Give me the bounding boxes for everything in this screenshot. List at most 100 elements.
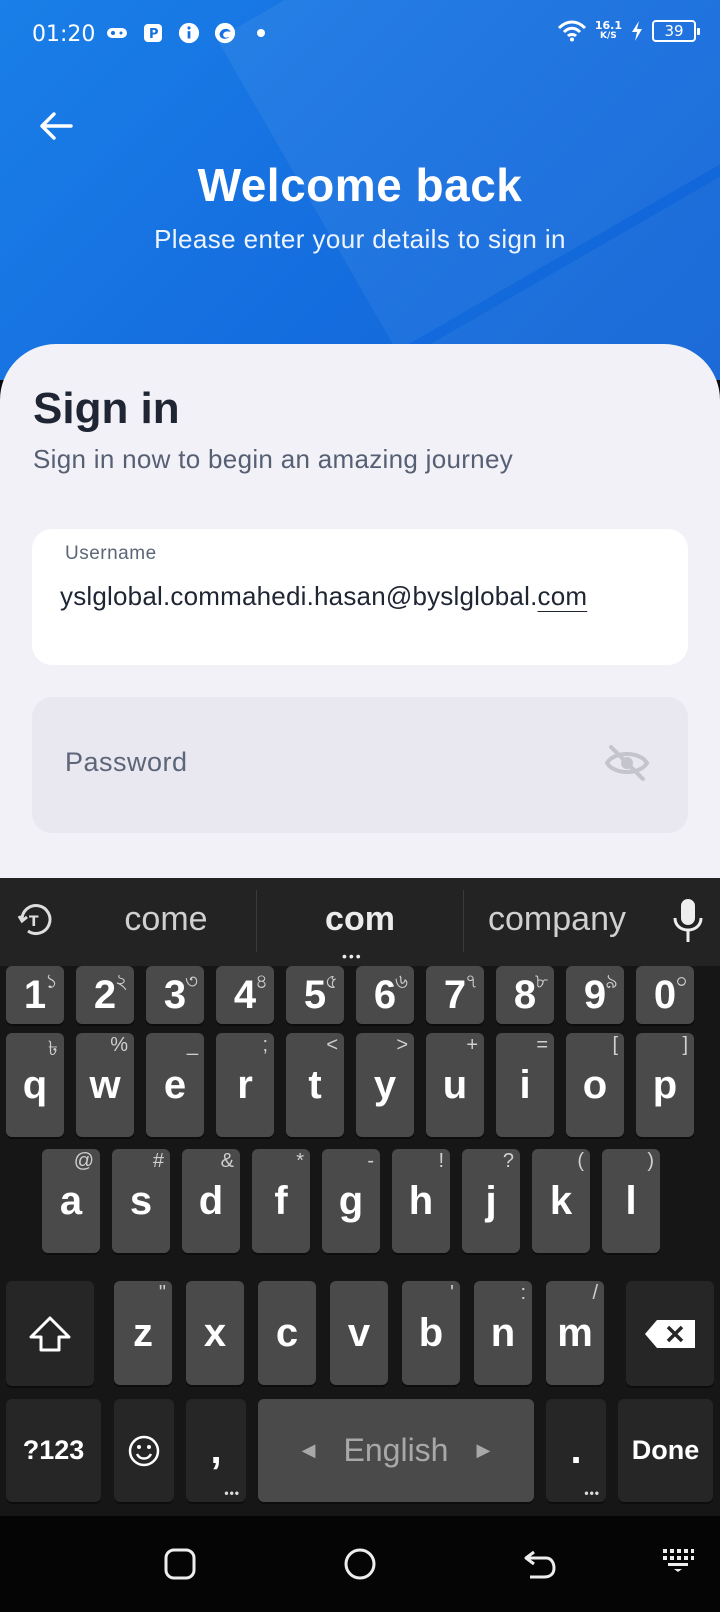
letter-key-u[interactable]: u + — [426, 1033, 484, 1137]
number-key-4[interactable]: 4৪ — [216, 966, 274, 1024]
translate-icon[interactable]: T — [16, 900, 56, 940]
eye-off-icon — [604, 745, 650, 781]
username-input[interactable]: yslglobal.commahedi.hasan@byslglobal.com — [60, 581, 656, 612]
recents-icon — [164, 1548, 196, 1580]
number-key-2[interactable]: 2২ — [76, 966, 134, 1024]
letter-key-e[interactable]: e _ — [146, 1033, 204, 1137]
letter-key-w[interactable]: w% — [76, 1033, 134, 1137]
number-key-9[interactable]: 9৯ — [566, 966, 624, 1024]
letter-key-x[interactable]: x — [186, 1281, 244, 1385]
number-key-5[interactable]: 5৫ — [286, 966, 344, 1024]
letter-key-i[interactable]: i = — [496, 1033, 554, 1137]
key-label: 8 — [513, 972, 537, 1017]
suggestion-2[interactable]: com — [260, 900, 460, 939]
done-key[interactable]: Done — [618, 1399, 713, 1502]
charging-icon — [630, 20, 644, 42]
suggestion-3[interactable]: company — [462, 900, 652, 939]
number-key-7[interactable]: 7৭ — [426, 966, 484, 1024]
key-hint: [ — [612, 1034, 618, 1056]
key-hint: & — [220, 1150, 234, 1172]
keyboard-icon — [663, 1549, 694, 1572]
recents-button[interactable] — [160, 1544, 200, 1584]
period-key[interactable]: . ••• — [546, 1399, 606, 1502]
home-button[interactable] — [340, 1544, 380, 1584]
letter-key-f[interactable]: f * — [252, 1149, 310, 1253]
letter-key-c[interactable]: c — [258, 1281, 316, 1385]
key-label: u — [442, 1062, 468, 1107]
back-nav-icon — [524, 1550, 556, 1579]
number-key-3[interactable]: 3৩ — [146, 966, 204, 1024]
number-key-6[interactable]: 6৬ — [356, 966, 414, 1024]
key-label: c — [275, 1310, 299, 1355]
toggle-password-visibility-button[interactable] — [604, 743, 650, 783]
key-hint: ৫ — [325, 971, 338, 993]
number-key-1[interactable]: 1১ — [6, 966, 64, 1024]
backspace-key[interactable] — [626, 1281, 714, 1386]
notification-icons: P — [106, 22, 272, 44]
key-label: v — [347, 1310, 371, 1355]
navigation-bar — [0, 1516, 720, 1612]
key-hint: ২ — [114, 971, 128, 993]
letter-key-h[interactable]: h! — [392, 1149, 450, 1253]
letter-key-l[interactable]: l) — [602, 1149, 660, 1253]
svg-text:T: T — [29, 914, 39, 930]
battery-indicator: 39 — [652, 20, 700, 42]
number-key-8[interactable]: 8৮ — [496, 966, 554, 1024]
key-hint: ৭ — [464, 971, 478, 993]
key-label: h — [408, 1178, 434, 1223]
number-key-0[interactable]: 0০ — [636, 966, 694, 1024]
comma-key[interactable]: , ••• — [186, 1399, 246, 1502]
letter-key-q[interactable]: q ৳ — [6, 1033, 64, 1137]
password-field[interactable]: Password — [32, 697, 688, 833]
letter-key-a[interactable]: a @ — [42, 1149, 100, 1253]
username-field[interactable]: Username yslglobal.commahedi.hasan@byslg… — [32, 529, 688, 665]
header: 01:20 P 16.1 K/S 39 Welcome back Please … — [0, 0, 720, 380]
key-hint: % — [110, 1034, 128, 1056]
shift-key[interactable] — [6, 1281, 94, 1386]
username-label: Username — [65, 543, 157, 564]
shift-icon — [29, 1316, 71, 1351]
space-key[interactable]: ◀ English ▶ — [258, 1399, 534, 1502]
wifi-icon — [557, 20, 587, 42]
period-label: . — [570, 1428, 582, 1472]
suggestion-1[interactable]: come — [76, 900, 256, 939]
letter-key-v[interactable]: v — [330, 1281, 388, 1385]
key-label: b — [418, 1310, 444, 1355]
suggestion-bar: T come com ••• company — [0, 878, 720, 966]
svg-text:P: P — [149, 27, 159, 42]
key-hint: + — [466, 1034, 478, 1056]
letter-key-t[interactable]: t < — [286, 1033, 344, 1137]
key-hint: ৬ — [394, 971, 408, 993]
symbols-key[interactable]: ?123 — [6, 1399, 101, 1502]
key-hint: ০ — [674, 971, 688, 993]
letter-key-b[interactable]: b ' — [402, 1281, 460, 1385]
back-nav-button[interactable] — [520, 1544, 560, 1584]
arrow-left-small-icon: ◀ — [301, 1440, 316, 1460]
letter-key-k[interactable]: k( — [532, 1149, 590, 1253]
signin-title: Sign in — [33, 384, 180, 433]
letter-key-s[interactable]: s # — [112, 1149, 170, 1253]
letter-key-z[interactable]: z " — [114, 1281, 172, 1385]
letter-key-d[interactable]: d & — [182, 1149, 240, 1253]
key-hint: * — [296, 1150, 304, 1172]
microphone-icon[interactable] — [668, 896, 708, 946]
letter-key-r[interactable]: r; — [216, 1033, 274, 1137]
letter-key-n[interactable]: n: — [474, 1281, 532, 1385]
keyboard-switch-button[interactable] — [660, 1544, 700, 1584]
key-label: e — [163, 1062, 187, 1107]
key-hint: - — [367, 1150, 374, 1172]
page-title: Welcome back — [197, 159, 523, 211]
emoji-key[interactable] — [114, 1399, 174, 1502]
letter-key-y[interactable]: y > — [356, 1033, 414, 1137]
letter-key-j[interactable]: j? — [462, 1149, 520, 1253]
letter-key-g[interactable]: g- — [322, 1149, 380, 1253]
letter-key-o[interactable]: o[ — [566, 1033, 624, 1137]
key-label: o — [582, 1062, 608, 1107]
key-label: t — [308, 1062, 322, 1107]
key-label: 4 — [233, 972, 257, 1017]
letter-key-p[interactable]: p] — [636, 1033, 694, 1137]
back-button[interactable] — [36, 106, 76, 146]
letter-key-m[interactable]: m / — [546, 1281, 604, 1385]
key-label: 7 — [443, 972, 467, 1017]
net-speed-value: 16.1 — [594, 19, 622, 32]
